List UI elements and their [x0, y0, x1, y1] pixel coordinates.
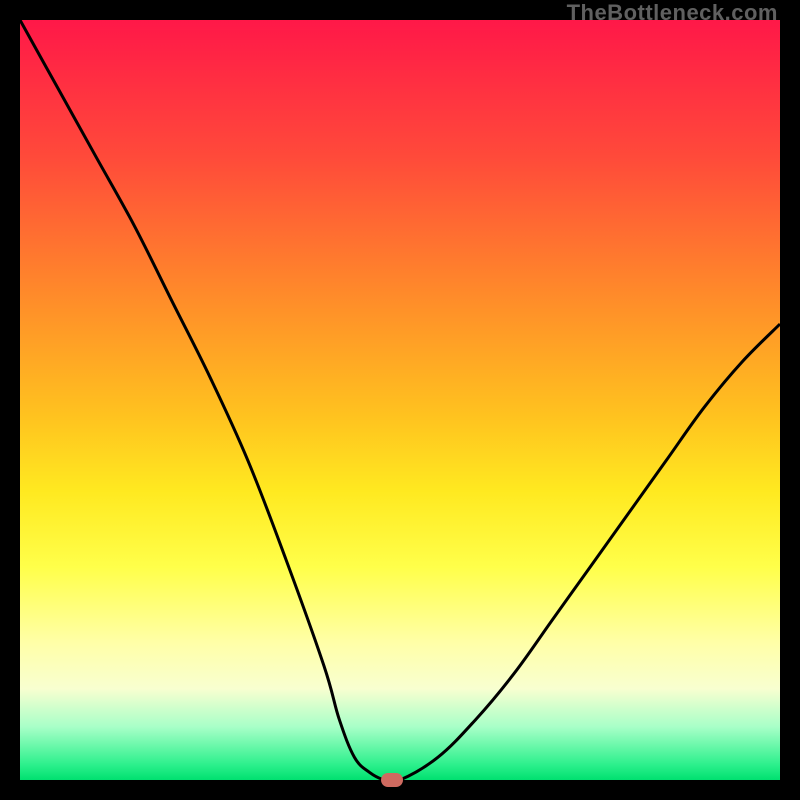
- optimal-point-marker: [381, 773, 403, 787]
- curve-line: [20, 20, 780, 782]
- chart-frame: TheBottleneck.com: [0, 0, 800, 800]
- watermark-text: TheBottleneck.com: [567, 0, 778, 26]
- bottleneck-curve: [20, 20, 780, 780]
